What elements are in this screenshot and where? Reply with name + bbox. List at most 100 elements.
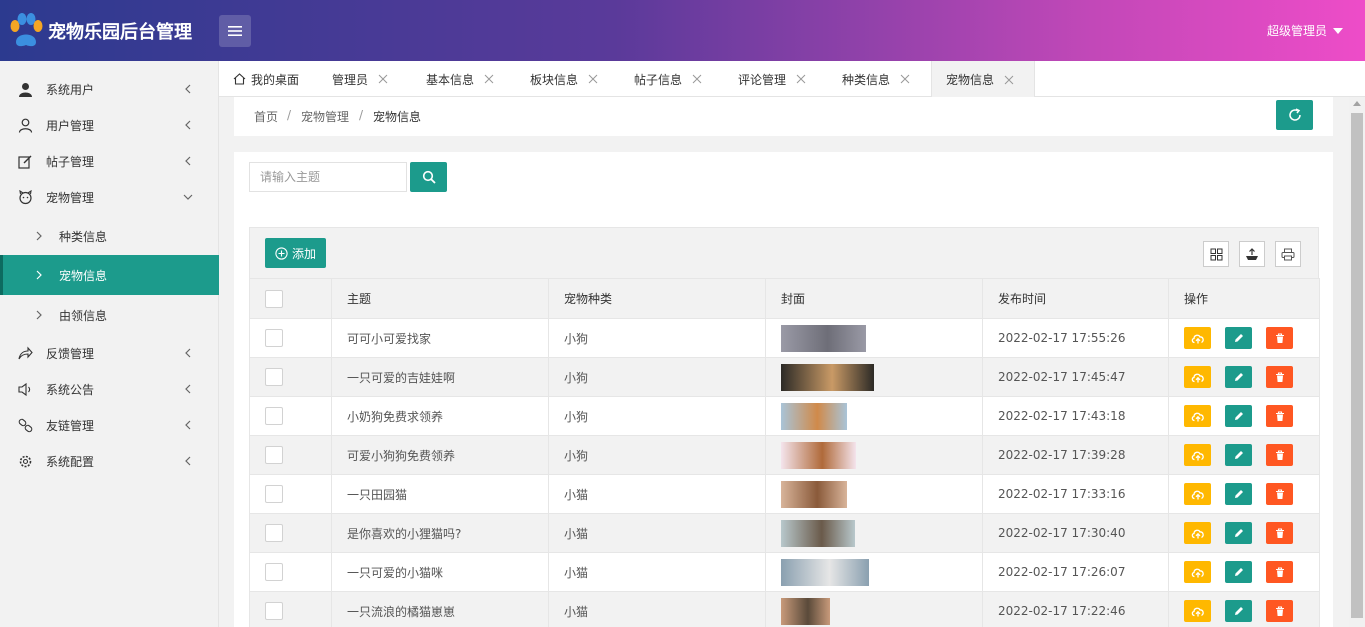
- edit-button[interactable]: [1225, 327, 1252, 349]
- column-header-title[interactable]: 主题: [331, 278, 549, 319]
- sidebar-subitem-adoption-info[interactable]: 由领信息: [0, 295, 219, 335]
- upload-button[interactable]: [1184, 561, 1211, 583]
- close-icon[interactable]: [796, 74, 806, 84]
- search-input[interactable]: [249, 162, 407, 192]
- edit-button[interactable]: [1225, 444, 1252, 466]
- share-icon: [18, 346, 33, 360]
- column-header-cover[interactable]: 封面: [765, 278, 983, 319]
- add-button[interactable]: 添加: [265, 238, 326, 268]
- row-checkbox[interactable]: [265, 329, 283, 347]
- tab-category-info[interactable]: 种类信息: [842, 61, 910, 97]
- app-title: 宠物乐园后台管理: [48, 22, 192, 43]
- pet-info-table: 主题 宠物种类 封面 发布时间 操作 可可小可爱找家 小狗 2022-02-17 1…: [249, 278, 1320, 627]
- tab-basic-info[interactable]: 基本信息: [426, 61, 494, 97]
- print-button[interactable]: [1275, 241, 1301, 267]
- user-menu[interactable]: 超级管理员: [1267, 22, 1343, 39]
- row-select-cell: [249, 552, 332, 592]
- close-icon[interactable]: [484, 74, 494, 84]
- select-all-checkbox[interactable]: [265, 289, 283, 308]
- edit-button[interactable]: [1225, 522, 1252, 544]
- upload-button[interactable]: [1184, 444, 1211, 466]
- sidebar-item-feedback-mgmt[interactable]: 反馈管理: [0, 335, 219, 371]
- close-icon[interactable]: [1004, 75, 1014, 85]
- sidebar-item-system-config[interactable]: 系统配置: [0, 443, 219, 479]
- delete-button[interactable]: [1266, 327, 1293, 349]
- edit-button[interactable]: [1225, 366, 1252, 388]
- search-icon: [422, 170, 436, 184]
- sidebar-subitem-label: 宠物信息: [59, 268, 108, 283]
- delete-button[interactable]: [1266, 405, 1293, 427]
- page-scrollbar[interactable]: [1349, 97, 1365, 627]
- column-filter-button[interactable]: [1203, 241, 1229, 267]
- close-icon[interactable]: [900, 74, 910, 84]
- tab-post-info[interactable]: 帖子信息: [634, 61, 702, 97]
- breadcrumb-current: 宠物信息: [373, 110, 422, 124]
- sidebar-subitem-pet-info[interactable]: 宠物信息: [0, 255, 219, 295]
- upload-button[interactable]: [1184, 366, 1211, 388]
- delete-button[interactable]: [1266, 483, 1293, 505]
- delete-button[interactable]: [1266, 522, 1293, 544]
- cell-cover: [765, 513, 983, 553]
- sidebar-item-pet-mgmt[interactable]: 宠物管理: [0, 179, 219, 215]
- edit-button[interactable]: [1225, 600, 1252, 622]
- delete-button[interactable]: [1266, 366, 1293, 388]
- row-checkbox[interactable]: [265, 602, 283, 620]
- refresh-button[interactable]: [1276, 100, 1313, 130]
- user-solid-icon: [19, 83, 32, 97]
- delete-button[interactable]: [1266, 600, 1293, 622]
- export-icon: [1246, 247, 1258, 260]
- scroll-thumb[interactable]: [1351, 113, 1363, 618]
- edit-button[interactable]: [1225, 483, 1252, 505]
- sidebar-item-system-users[interactable]: 系统用户: [0, 71, 219, 107]
- upload-button[interactable]: [1184, 405, 1211, 427]
- row-checkbox[interactable]: [265, 485, 283, 503]
- close-icon[interactable]: [588, 74, 598, 84]
- sidebar-subitem-category-info[interactable]: 种类信息: [0, 216, 219, 256]
- chevron-right-icon: [36, 310, 42, 320]
- user-name: 超级管理员: [1266, 24, 1327, 38]
- upload-button[interactable]: [1184, 600, 1211, 622]
- row-checkbox[interactable]: [265, 446, 283, 464]
- sidebar-item-user-mgmt[interactable]: 用户管理: [0, 107, 219, 143]
- delete-button[interactable]: [1266, 561, 1293, 583]
- tab-comment-mgmt[interactable]: 评论管理: [738, 61, 806, 97]
- edit-button[interactable]: [1225, 405, 1252, 427]
- sidebar-item-announcements[interactable]: 系统公告: [0, 371, 219, 407]
- upload-button[interactable]: [1184, 522, 1211, 544]
- column-header-pet-type[interactable]: 宠物种类: [548, 278, 766, 319]
- export-button[interactable]: [1239, 241, 1265, 267]
- tab-admin[interactable]: 管理员: [332, 61, 388, 97]
- breadcrumb-separator: /: [287, 108, 292, 122]
- tab-my-desktop[interactable]: 我的桌面: [233, 61, 299, 97]
- cloud-upload-icon: [1191, 334, 1204, 343]
- row-checkbox[interactable]: [265, 407, 283, 425]
- row-checkbox[interactable]: [265, 368, 283, 386]
- close-icon[interactable]: [692, 74, 702, 84]
- cell-pet-type: 小狗: [548, 435, 766, 475]
- edit-button[interactable]: [1225, 561, 1252, 583]
- row-select-cell: [249, 513, 332, 553]
- tab-pet-info[interactable]: 宠物信息: [931, 61, 1035, 98]
- search-button[interactable]: [410, 162, 447, 192]
- trash-icon: [1275, 566, 1284, 577]
- cell-title: 一只流浪的橘猫崽崽: [331, 591, 549, 627]
- tab-board-info[interactable]: 板块信息: [530, 61, 598, 97]
- breadcrumb-pet-mgmt[interactable]: 宠物管理: [301, 108, 349, 125]
- row-checkbox[interactable]: [265, 524, 283, 542]
- cloud-upload-icon: [1191, 607, 1204, 616]
- sidebar-item-links-mgmt[interactable]: 友链管理: [0, 407, 219, 443]
- scroll-up-arrow-icon[interactable]: [1353, 101, 1361, 106]
- menu-toggle-button[interactable]: [219, 15, 251, 47]
- close-icon[interactable]: [378, 74, 388, 84]
- cell-pet-type: 小猫: [548, 552, 766, 592]
- cell-cover: [765, 357, 983, 397]
- sidebar-item-post-mgmt[interactable]: 帖子管理: [0, 143, 219, 179]
- trash-icon: [1275, 449, 1284, 460]
- row-checkbox[interactable]: [265, 563, 283, 581]
- breadcrumb-home[interactable]: 首页: [254, 108, 278, 125]
- upload-button[interactable]: [1184, 483, 1211, 505]
- delete-button[interactable]: [1266, 444, 1293, 466]
- upload-button[interactable]: [1184, 327, 1211, 349]
- chevron-left-icon: [185, 456, 191, 466]
- column-header-publish-time[interactable]: 发布时间: [982, 278, 1169, 319]
